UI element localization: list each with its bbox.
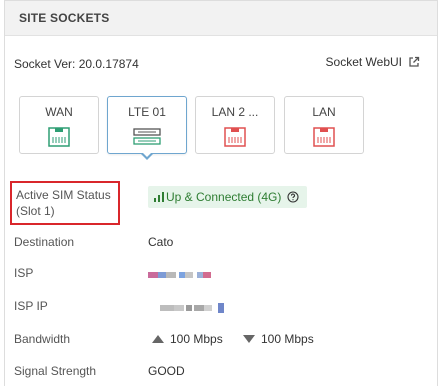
panel-header: SITE SOCKETS [5, 1, 437, 36]
bandwidth-label: Bandwidth [14, 332, 71, 346]
port-label: LTE 01 [128, 105, 166, 119]
port-label: LAN 2 ... [211, 105, 259, 119]
isp-label: ISP [14, 266, 34, 280]
download-value: 100 Mbps [261, 332, 314, 346]
help-icon[interactable] [287, 191, 299, 203]
destination-value: Cato [148, 235, 174, 249]
isp-ip-label: ISP IP [14, 299, 48, 313]
isp-ip-redacted-value [148, 299, 224, 315]
upload-speed: 100 Mbps [152, 332, 223, 346]
signal-strength-label: Signal Strength [14, 364, 97, 378]
active-sim-status-label: Active SIM Status (Slot 1) [16, 188, 111, 218]
external-link-icon [409, 56, 420, 67]
selected-port-caret [140, 152, 154, 160]
upload-value: 100 Mbps [170, 332, 223, 346]
port-tile-wan[interactable]: WAN [19, 96, 99, 154]
socket-webui-label: Socket WebUI [325, 55, 402, 69]
port-tile-lte01[interactable]: LTE 01 [107, 96, 187, 154]
signal-strength-value: GOOD [148, 364, 185, 378]
destination-label: Destination [14, 235, 75, 249]
panel-title: SITE SOCKETS [19, 11, 110, 25]
port-tile-lan[interactable]: LAN [284, 96, 364, 154]
port-label: WAN [45, 105, 73, 119]
port-label: LAN [312, 105, 336, 119]
port-tile-lan2[interactable]: LAN 2 ... [195, 96, 275, 154]
status-badge: Up & Connected (4G) [148, 186, 308, 208]
socket-webui-link[interactable]: Socket WebUI [326, 55, 420, 69]
status-text: Up & Connected (4G) [166, 190, 282, 204]
lte-modem-icon [133, 128, 161, 145]
signal-bars-icon [154, 192, 164, 202]
ethernet-port-icon [48, 127, 70, 147]
isp-redacted-value [148, 266, 211, 282]
ethernet-port-icon [224, 127, 246, 147]
ethernet-port-icon [313, 127, 335, 147]
upload-arrow-icon [152, 335, 164, 343]
download-speed: 100 Mbps [243, 332, 314, 346]
download-arrow-icon [243, 335, 255, 343]
socket-version: Socket Ver: 20.0.17874 [14, 57, 139, 71]
